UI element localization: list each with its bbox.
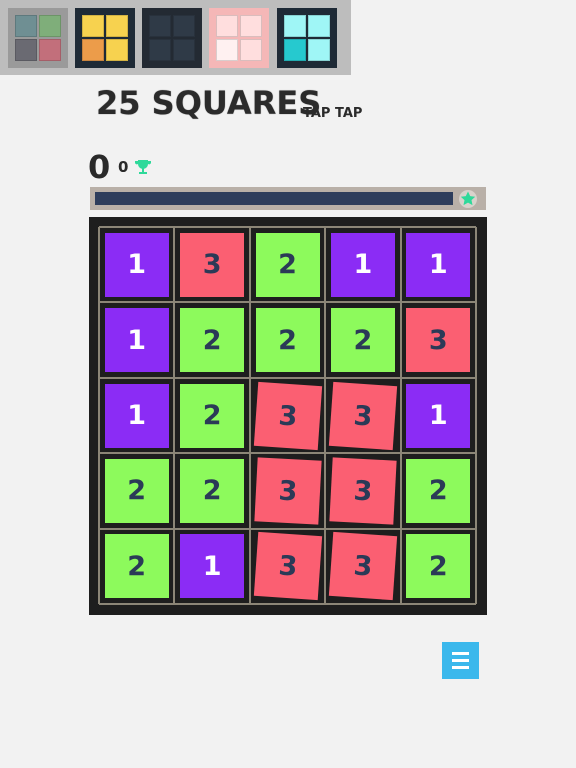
theme-swatch	[149, 15, 171, 37]
tile-2-1[interactable]: 2	[180, 383, 245, 448]
tile-4-3[interactable]: 3	[328, 532, 398, 601]
tile-3-1[interactable]: 2	[180, 458, 245, 523]
progress-fill	[95, 192, 453, 205]
tile-0-4[interactable]: 1	[406, 232, 471, 297]
theme-swatch	[216, 15, 238, 37]
tile-0-0[interactable]: 1	[104, 232, 169, 297]
progress-bar	[90, 187, 486, 210]
grid-line	[399, 227, 402, 604]
tile-1-1[interactable]: 2	[180, 308, 245, 373]
grid-line	[99, 301, 476, 304]
tile-3-2[interactable]: 3	[253, 457, 322, 525]
theme-swatch	[284, 15, 306, 37]
trophy-icon	[135, 160, 151, 174]
grid-line	[99, 376, 476, 379]
best-score: 0	[118, 158, 129, 176]
tile-3-4[interactable]: 2	[406, 458, 471, 523]
tile-2-4[interactable]: 1	[406, 383, 471, 448]
tile-2-3[interactable]: 3	[328, 381, 398, 450]
grid-line	[173, 227, 176, 604]
theme-option-aqua[interactable]	[277, 8, 337, 68]
tile-1-0[interactable]: 1	[104, 308, 169, 373]
theme-swatch	[82, 39, 104, 61]
grid-line	[99, 527, 476, 530]
game-title: 25 SQUARES	[96, 84, 322, 122]
tile-3-0[interactable]: 2	[104, 458, 169, 523]
tile-2-0[interactable]: 1	[104, 383, 169, 448]
tile-1-2[interactable]: 2	[255, 308, 320, 373]
grid-line	[324, 227, 327, 604]
game-subtitle: TAP TAP	[303, 106, 363, 121]
game-board: 1321112223123312233221332	[89, 217, 487, 615]
theme-option-blush[interactable]	[209, 8, 269, 68]
theme-option-dark[interactable]	[142, 8, 202, 68]
current-score: 0	[88, 148, 111, 186]
tile-2-2[interactable]: 3	[253, 381, 322, 450]
tile-0-1[interactable]: 3	[180, 232, 245, 297]
grid-line	[99, 603, 476, 605]
grid-line	[99, 452, 476, 455]
theme-swatch	[39, 15, 61, 37]
menu-button[interactable]	[442, 642, 479, 679]
theme-swatch	[15, 39, 37, 61]
grid-line	[98, 227, 100, 604]
theme-swatch	[308, 15, 330, 37]
theme-swatch	[308, 39, 330, 61]
theme-swatch	[106, 39, 128, 61]
theme-swatch	[173, 39, 195, 61]
tile-4-0[interactable]: 2	[104, 534, 169, 599]
theme-swatch	[240, 15, 262, 37]
theme-swatch	[82, 15, 104, 37]
menu-icon-bar	[452, 666, 469, 669]
theme-swatch	[173, 15, 195, 37]
theme-option-sunny[interactable]	[75, 8, 135, 68]
theme-swatch	[240, 39, 262, 61]
theme-swatch	[216, 39, 238, 61]
grid-line	[475, 227, 477, 604]
tile-4-4[interactable]: 2	[406, 534, 471, 599]
menu-icon-bar	[452, 652, 469, 655]
tile-4-1[interactable]: 1	[180, 534, 245, 599]
tile-1-3[interactable]: 2	[330, 308, 395, 373]
tile-1-4[interactable]: 3	[406, 308, 471, 373]
theme-selector-bar	[0, 0, 351, 75]
grid-line	[248, 227, 251, 604]
theme-swatch	[15, 15, 37, 37]
theme-swatch	[39, 39, 61, 61]
tile-0-3[interactable]: 1	[330, 232, 395, 297]
star-icon	[459, 190, 477, 208]
tile-4-2[interactable]: 3	[253, 532, 322, 601]
theme-swatch	[149, 39, 171, 61]
theme-swatch	[284, 39, 306, 61]
theme-option-muted[interactable]	[8, 8, 68, 68]
theme-swatch	[106, 15, 128, 37]
grid-line	[99, 226, 476, 228]
menu-icon-bar	[452, 659, 469, 662]
tile-0-2[interactable]: 2	[255, 232, 320, 297]
tile-3-3[interactable]: 3	[329, 457, 397, 525]
